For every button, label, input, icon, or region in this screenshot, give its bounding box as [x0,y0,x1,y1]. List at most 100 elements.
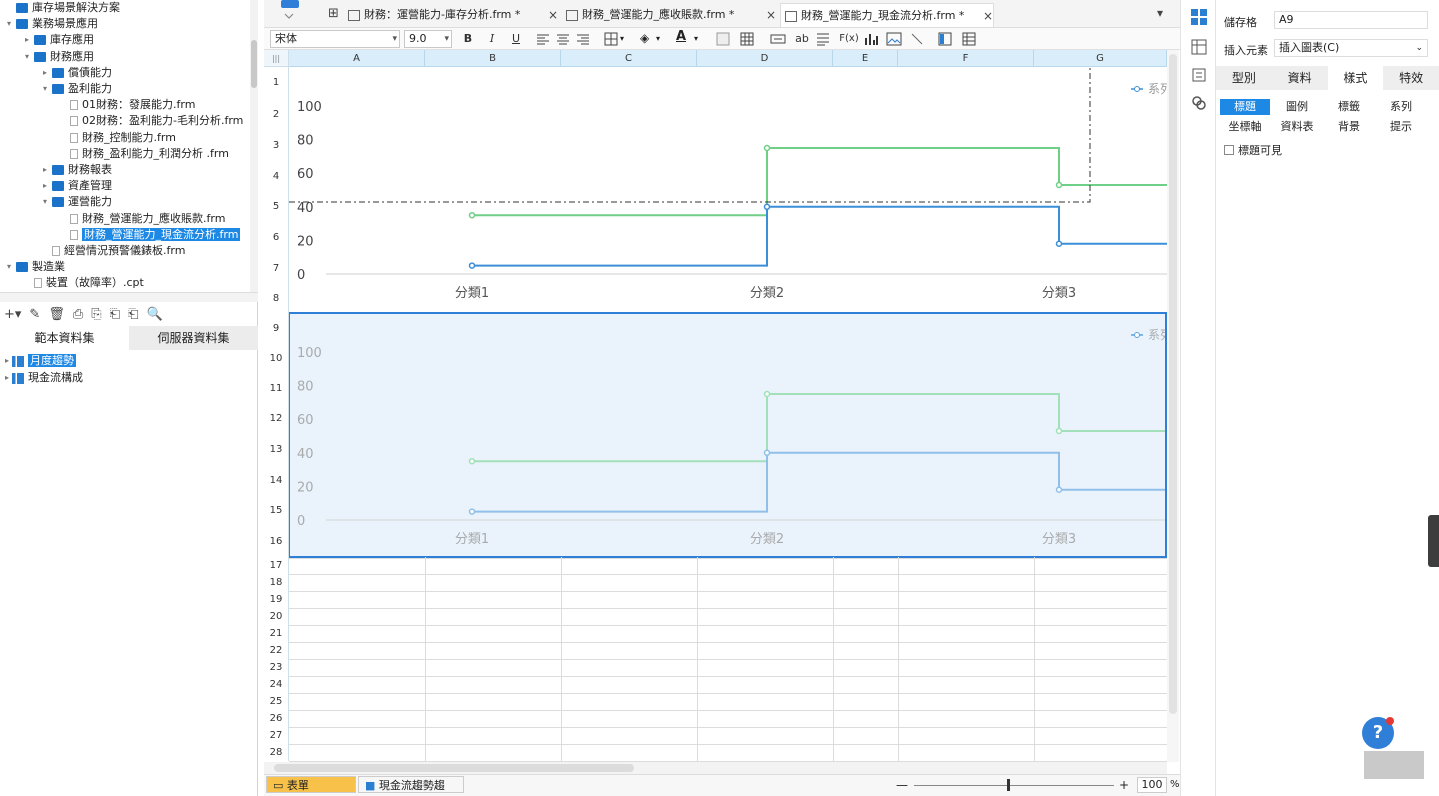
series-point[interactable] [763,449,771,457]
row-header[interactable]: 6 [264,222,289,254]
grid-corner[interactable]: ||| [264,50,289,67]
grid-icon[interactable] [740,32,754,46]
search-icon[interactable]: 🔍 [146,307,162,322]
property-tab[interactable]: 樣式 [1327,66,1384,90]
tab-menu-icon[interactable]: ▾ [1157,6,1163,20]
style-subtab[interactable]: 系列 [1376,99,1426,115]
tree-item[interactable]: 財務_控制能力.frm [0,130,176,146]
cell-element-icon[interactable] [1190,8,1208,26]
collapse-icon[interactable]: ▾ [22,49,32,65]
tree-item[interactable]: 02財務：盈利能力-毛利分析.frm [0,113,243,129]
row-header[interactable]: 28 [264,744,289,761]
cell-address-field[interactable]: A9 [1274,11,1428,29]
tree-item[interactable]: ▾ 盈利能力 [0,81,112,97]
row-header[interactable]: 11 [264,374,289,404]
expand-icon[interactable]: ▸ [2,353,12,369]
underline-button[interactable]: U [508,31,524,47]
row-header[interactable]: 19 [264,591,289,608]
collapse-icon[interactable]: ▾ [4,259,14,275]
widget-settings-icon[interactable] [1190,66,1208,84]
chart-1[interactable]: 0 20 40 60 80 100 分類1 分類2 分類3 系列 [297,82,1167,301]
chart-blocks[interactable]: 0 20 40 60 80 100 分類1 分類2 分類3 系列 0 20 40 60 80 100 分類1 分類… [289,67,1167,558]
style-subtab[interactable]: 圖例 [1272,99,1322,115]
sheet-icon[interactable] [962,32,976,46]
property-tab[interactable]: 型別 [1216,66,1272,90]
row-header[interactable]: 15 [264,496,289,526]
edit-icon[interactable]: ✎ [29,307,40,322]
legend[interactable]: 系列 [1131,82,1167,96]
tree-item[interactable]: ▸ 庫存應用 [0,32,94,48]
series-point[interactable] [468,211,476,219]
row-header[interactable]: 20 [264,608,289,625]
tree-item[interactable]: ▾ 製造業 [0,259,65,275]
close-icon[interactable]: × [548,3,558,27]
collapse-icon[interactable]: ▾ [40,81,50,97]
freeze-icon[interactable] [938,32,952,46]
tree-item[interactable]: 財務_營運能力_現金流分析.frm [0,227,241,243]
style-subtab[interactable]: 標題 [1220,99,1270,115]
row-header[interactable]: 21 [264,625,289,642]
row-header[interactable]: 27 [264,727,289,744]
preview-icon[interactable]: ⎙ [73,307,83,322]
expand-icon[interactable]: ▸ [40,178,50,194]
column-header[interactable]: D [697,50,833,67]
row-header[interactable]: 12 [264,404,289,434]
column-header[interactable]: G [1034,50,1167,67]
screen-recorder-widget[interactable] [1364,751,1424,779]
file-tab[interactable]: 財務_營運能力_應收賬款.frm * × [562,3,776,27]
style-subtab[interactable]: 坐標軸 [1220,119,1270,135]
row-header[interactable]: 18 [264,574,289,591]
expand-icon[interactable]: ▸ [40,65,50,81]
row-header[interactable]: 2 [264,99,289,130]
merge-icon[interactable] [770,34,786,44]
edge-handle[interactable] [1428,515,1439,567]
image-icon[interactable] [886,32,902,46]
series-point[interactable] [1055,181,1063,189]
series-point[interactable] [1055,486,1063,494]
row-header[interactable]: 9 [264,314,289,343]
tree-item[interactable]: ▾ 運營能力 [0,194,112,210]
series-point[interactable] [468,508,476,515]
tree-item[interactable]: 庫存場景解決方案 [0,0,120,16]
text-ab-button[interactable]: ab [792,31,812,47]
column-header[interactable]: A [289,50,425,67]
row-header[interactable]: 24 [264,676,289,693]
tree-item[interactable]: ▸ 資產管理 [0,178,112,194]
spreadsheet-grid[interactable]: ||| 0 20 40 60 80 100 分類1 分類2 分類3 系列 0 20 40 60 80 100 分… [264,50,1167,762]
tab-template-dataset[interactable]: 範本資料集 [0,326,129,350]
column-header[interactable]: B [425,50,561,67]
row-header[interactable]: 22 [264,642,289,659]
series-point[interactable] [1055,427,1063,435]
expand-icon[interactable]: ▸ [2,370,12,386]
zoom-in-button[interactable]: + [1119,778,1129,792]
tree-item[interactable]: 01財務：發展能力.frm [0,97,195,113]
file-tab[interactable]: 財務_營運能力_現金流分析.frm * × [780,3,994,27]
style-subtab[interactable]: 提示 [1376,119,1426,135]
formula-button[interactable]: F(x) [838,31,860,47]
add-dataset-icon[interactable]: +▾ [4,307,21,322]
tree-item[interactable]: ▾ 財務應用 [0,49,94,65]
border-dropdown-icon[interactable]: ▾ [620,34,624,43]
cell-attribute-icon[interactable] [1190,38,1208,56]
tree-item[interactable]: 財務_營運能力_應收賬款.frm [0,211,225,227]
delete-icon[interactable]: 🗑 [48,307,65,322]
font-size-select[interactable]: 9.0 ▾ [404,30,452,48]
insert-element-select[interactable]: 插入圖表(C) ⌄ [1274,39,1428,57]
zoom-slider[interactable] [914,785,1114,786]
tab-list-icon[interactable]: ⊞ [328,6,339,21]
selected-chart-block[interactable] [289,313,1167,558]
zoom-value-field[interactable]: 100 [1137,777,1167,793]
file-tab[interactable]: 財務：運營能力-庫存分析.frm * × [344,3,558,27]
expand-icon[interactable]: ▸ [40,162,50,178]
row-header[interactable]: 10 [264,343,289,374]
dataset-item[interactable]: ▸ 現金流構成 [0,370,83,386]
zoom-out-button[interactable]: — [896,778,908,792]
row-header[interactable]: 25 [264,693,289,710]
property-tab[interactable]: 資料 [1271,66,1328,90]
series-point[interactable] [468,262,476,269]
row-header[interactable]: 16 [264,526,289,558]
bold-button[interactable]: B [460,31,476,47]
tab-server-dataset[interactable]: 伺服器資料集 [129,326,258,350]
collapse-icon[interactable]: ▾ [4,16,14,32]
grid-horizontal-scrollbar[interactable] [264,762,1167,774]
